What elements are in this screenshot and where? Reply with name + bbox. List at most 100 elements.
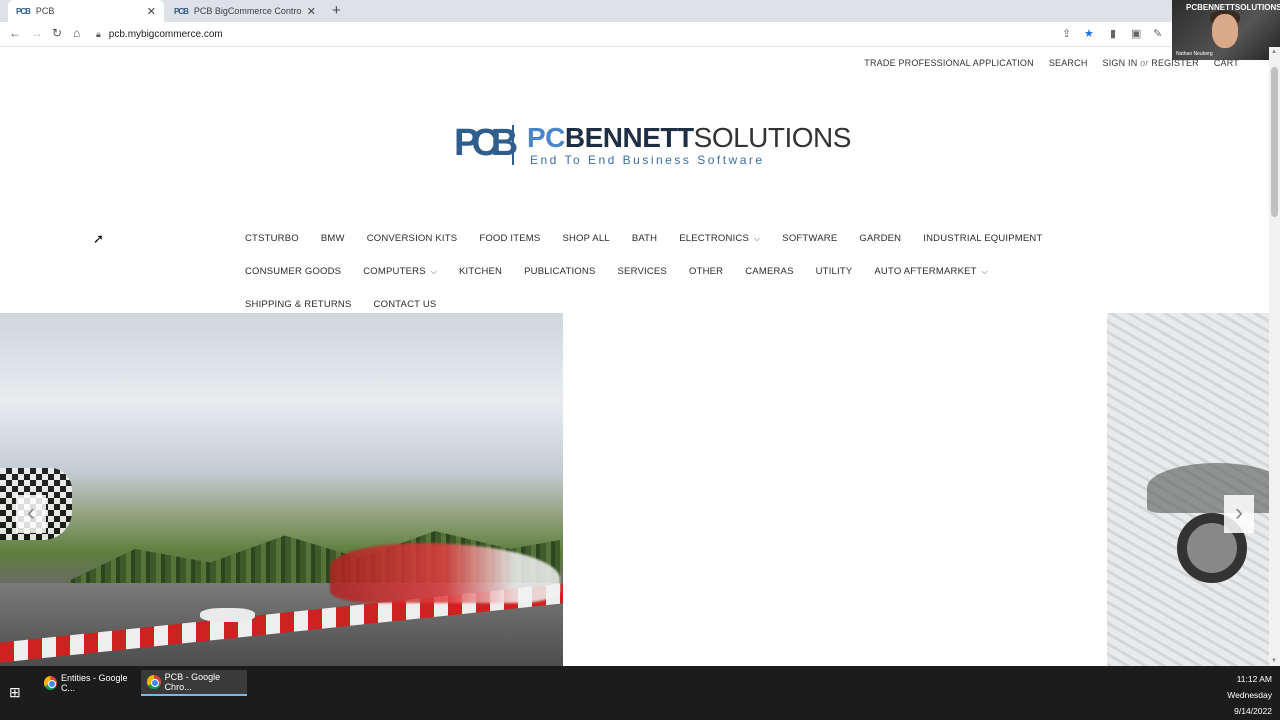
nav-item-other[interactable]: OTHER: [689, 266, 723, 277]
chrome-icon: [147, 675, 161, 689]
nav-item-label: KITCHEN: [459, 266, 503, 277]
home-icon[interactable]: ⌂: [73, 26, 80, 40]
close-tab-icon[interactable]: ✕: [307, 5, 316, 18]
carousel-slide-blueprint[interactable]: [1107, 313, 1269, 666]
tab-pcb[interactable]: PCB PCB ✕: [8, 0, 164, 22]
scroll-down-icon[interactable]: ▼: [1271, 658, 1277, 664]
address-bar[interactable]: 🔒︎ pcb.mybigcommerce.com: [96, 25, 1176, 44]
nav-item-shipping-returns[interactable]: SHIPPING & RETURNS: [245, 299, 352, 310]
nav-item-label: GARDEN: [859, 233, 902, 244]
presenter-face: [1212, 14, 1238, 48]
taskbar-item-label: Entities - Google C...: [60, 673, 128, 693]
nav-item-software[interactable]: SOFTWARE: [782, 233, 837, 244]
logo-mark: PCB: [454, 122, 518, 165]
tab-control-panel[interactable]: PCB PCB BigCommerce Control Panel ✕: [166, 0, 324, 22]
taskbar-item-pcb[interactable]: PCB - Google Chro...: [141, 670, 247, 696]
carousel-slide-racing[interactable]: [0, 313, 563, 666]
lock-icon: 🔒︎: [96, 29, 101, 39]
nav-item-bmw[interactable]: BMW: [321, 233, 345, 244]
windows-start-icon[interactable]: ⊞: [9, 685, 23, 699]
nav-item-publications[interactable]: PUBLICATIONS: [524, 266, 595, 277]
nav-item-cameras[interactable]: CAMERAS: [745, 266, 793, 277]
main-navigation: CTSTURBO BMW CONVERSION KITS FOOD ITEMS SHOP…: [245, 222, 1042, 321]
new-tab-icon[interactable]: +: [332, 2, 341, 19]
carousel-next-button[interactable]: ›: [1224, 495, 1254, 533]
nav-item-contact-us[interactable]: CONTACT US: [374, 299, 437, 310]
nav-item-label: CONVERSION KITS: [366, 233, 458, 244]
taskbar-item-entities[interactable]: Entities - Google C...: [38, 670, 138, 696]
nav-item-shop-all[interactable]: SHOP ALL: [562, 233, 609, 244]
nav-item-food-items[interactable]: FOOD ITEMS: [479, 233, 540, 244]
nav-item-garden[interactable]: GARDEN: [859, 233, 901, 244]
chrome-icon: [44, 676, 57, 690]
puzzle-icon[interactable]: ✎: [1153, 27, 1162, 40]
site-logo[interactable]: PCB PCBENNETTSOLUTIONS End To End Busine…: [454, 120, 851, 170]
carousel-slide-blank[interactable]: [563, 313, 1107, 666]
presenter-name: Nathan Neuberg: [1176, 51, 1213, 57]
webcam-overlay: PCBENNETTSOLUTIONS Nathan Neuberg: [1172, 0, 1280, 60]
nav-item-computers[interactable]: COMPUTERS ⌵: [363, 266, 437, 277]
scroll-up-icon[interactable]: ▲: [1271, 49, 1277, 55]
utility-links: TRADE PROFESSIONAL APPLICATION SEARCH SI…: [864, 58, 1239, 68]
nav-item-label: OTHER: [688, 266, 724, 277]
logo-bennett: BENNETT: [564, 122, 694, 153]
nav-item-ctsturbo[interactable]: CTSTURBO: [245, 233, 299, 244]
nav-item-label: ELECTRONICS: [679, 233, 750, 244]
nav-item-consumer-goods[interactable]: CONSUMER GOODS: [245, 266, 341, 277]
windows-taskbar: ⊞ Entities - Google C... PCB - Google Ch…: [0, 666, 1280, 720]
sign-in-link[interactable]: SIGN IN: [1103, 58, 1138, 68]
slide-distant-car: [200, 608, 255, 622]
carousel-prev-button[interactable]: ‹: [16, 495, 46, 533]
reload-icon[interactable]: ↻: [52, 26, 62, 40]
nav-item-label: SHIPPING & RETURNS: [245, 299, 352, 310]
browser-toolbar: ← → ↻ ⌂ 🔒︎ pcb.mybigcommerce.com ⇪ ★ ▮ ▣…: [0, 22, 1280, 47]
search-link[interactable]: SEARCH: [1049, 58, 1088, 68]
nav-item-conversion-kits[interactable]: CONVERSION KITS: [367, 233, 458, 244]
picture-in-picture-icon[interactable]: ▣: [1131, 27, 1141, 40]
forward-icon[interactable]: →: [31, 26, 43, 40]
extension-icon[interactable]: ▮: [1110, 27, 1116, 40]
trade-application-link[interactable]: TRADE PROFESSIONAL APPLICATION: [864, 58, 1034, 68]
browser-tab-strip: PCB PCB ✕ PCB PCB BigCommerce Control Pa…: [0, 0, 1280, 22]
chevron-down-icon: ⌵: [981, 267, 988, 276]
clock-date: 9/14/2022: [1234, 706, 1272, 716]
nav-item-bath[interactable]: BATH: [632, 233, 657, 244]
nav-item-utility[interactable]: UTILITY: [816, 266, 853, 277]
chevron-down-icon: ⌵: [430, 267, 437, 276]
tab-title: PCB BigCommerce Control Panel: [193, 6, 301, 16]
logo-solutions: SOLUTIONS: [693, 122, 852, 153]
nav-item-label: SOFTWARE: [782, 233, 838, 244]
register-link[interactable]: REGISTER: [1151, 58, 1199, 68]
nav-item-label: FOOD ITEMS: [479, 233, 541, 244]
clock-day: Wednesday: [1227, 690, 1272, 700]
nav-item-kitchen[interactable]: KITCHEN: [459, 266, 502, 277]
logo-wordmark: PCBENNETTSOLUTIONS: [527, 122, 851, 154]
nav-item-services[interactable]: SERVICES: [618, 266, 667, 277]
cart-link[interactable]: CART: [1214, 58, 1239, 68]
nav-item-industrial-equipment[interactable]: INDUSTRIAL EQUIPMENT: [923, 233, 1042, 244]
pcb-favicon-icon: PCB: [174, 6, 189, 16]
chevron-right-icon: ›: [1235, 499, 1243, 526]
nav-item-electronics[interactable]: ELECTRONICS ⌵: [679, 233, 760, 244]
tab-title: PCB: [35, 6, 55, 16]
share-icon[interactable]: ⇪: [1062, 27, 1071, 40]
nav-row: CTSTURBO BMW CONVERSION KITS FOOD ITEMS SHOP…: [245, 222, 1042, 255]
back-icon[interactable]: ←: [9, 26, 21, 40]
nav-item-auto-aftermarket[interactable]: AUTO AFTERMARKET ⌵: [874, 266, 988, 277]
nav-item-label: CAMERAS: [745, 266, 794, 277]
nav-item-label: CONSUMER GOODS: [245, 266, 342, 277]
bookmark-star-icon[interactable]: ★: [1084, 27, 1094, 40]
page-scrollbar[interactable]: ▲ ▼: [1269, 47, 1280, 666]
close-tab-icon[interactable]: ✕: [147, 5, 156, 18]
url-text: pcb.mybigcommerce.com: [108, 29, 223, 40]
chevron-down-icon: ⌵: [754, 234, 761, 243]
nav-item-label: CTSTURBO: [245, 233, 299, 244]
hero-carousel: ‹ ›: [0, 313, 1269, 666]
mouse-cursor-icon: ➚: [93, 231, 104, 246]
nav-item-label: COMPUTERS: [363, 266, 426, 277]
scrollbar-thumb[interactable]: [1271, 67, 1278, 217]
pcb-favicon-icon: PCB: [16, 6, 31, 16]
logo-divider: [512, 125, 514, 165]
logo-pc: PC: [527, 122, 565, 153]
system-clock[interactable]: 11:12 AM Wednesday 9/14/2022: [1227, 671, 1272, 719]
